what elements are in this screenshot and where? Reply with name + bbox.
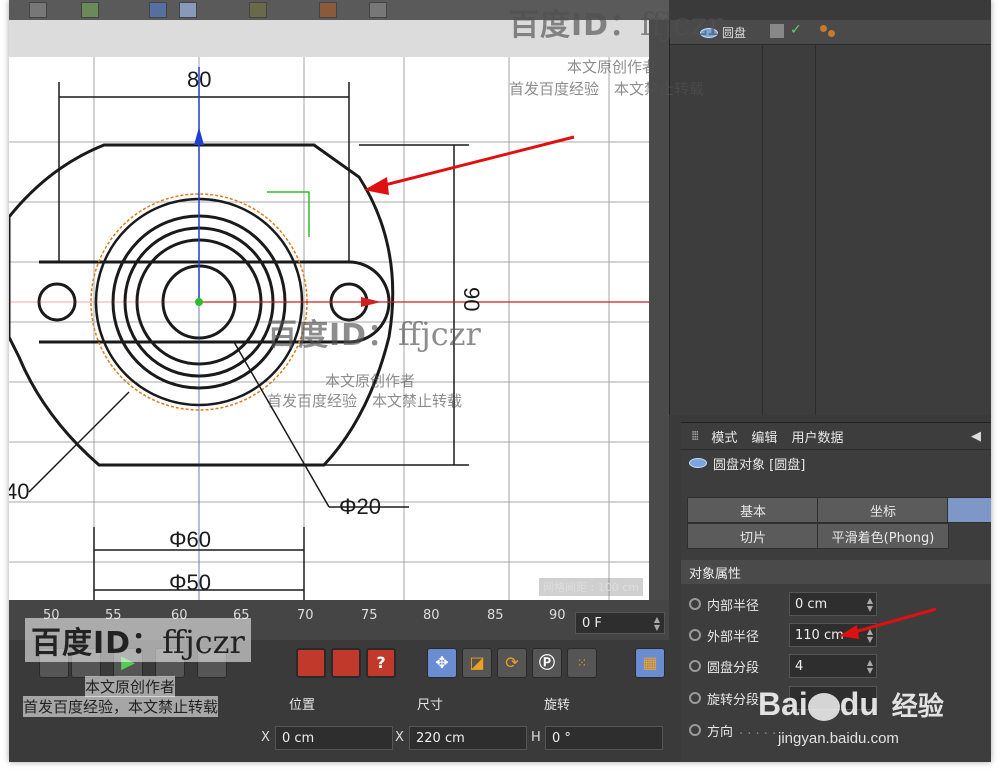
size-axis-label: X <box>395 730 404 745</box>
dim-phi20: Φ20 <box>339 494 381 519</box>
camera-icon[interactable] <box>249 2 267 18</box>
help-icon[interactable]: ? <box>366 648 396 678</box>
viewport-scrollbar[interactable] <box>649 20 669 610</box>
keyframe-radio[interactable] <box>689 660 701 672</box>
light-icon[interactable] <box>319 2 337 18</box>
check-icon[interactable]: ✓ <box>790 22 802 38</box>
object-title: 圆盘对象 [圆盘] <box>681 450 991 476</box>
render-icon[interactable] <box>179 2 197 18</box>
timeline-tick: 90 <box>549 608 566 623</box>
rotate-key-icon[interactable]: ⟳ <box>497 648 527 678</box>
timeline-tick: 80 <box>423 608 440 623</box>
record-key-button[interactable] <box>296 648 326 678</box>
dim-phi60: Φ60 <box>169 527 211 552</box>
position-header: 位置 <box>289 698 316 713</box>
cinema4d-window: 80 90 Φ20 Φ60 Φ50 40 网格间距 : 100 cm 圆盘 ✓ <box>9 0 991 762</box>
prop-rotation-segments: 旋转分段 <box>689 685 877 711</box>
y-axis-arrow <box>194 127 204 145</box>
size-x-field[interactable]: 220 cm <box>409 726 527 750</box>
rotate-icon[interactable] <box>149 2 167 18</box>
menu-edit[interactable]: 编辑 <box>751 427 777 446</box>
rotation-header: 旋转 <box>544 698 571 713</box>
attributes-menu: ⁞⁞⁞ 模式 编辑 用户数据 ◀ <box>681 423 991 450</box>
x-axis-arrow <box>361 297 381 307</box>
timeline-tick: 75 <box>361 608 378 623</box>
tab-phong[interactable]: 平滑着色(Phong) <box>817 523 949 549</box>
timeline-tick: 70 <box>297 608 314 623</box>
watermark-top: 百度ID：ffjczr <box>509 5 723 43</box>
pos-axis-label: X <box>261 730 270 745</box>
keyframe-radio[interactable] <box>689 598 701 610</box>
object-properties-header: 对象属性 <box>681 560 991 584</box>
baidu-logo: Bai du 经验 jingyan.baidu.com <box>758 686 944 747</box>
tool-icon[interactable] <box>369 2 387 18</box>
object-name: 圆盘 <box>722 26 747 40</box>
baidu-url: jingyan.baidu.com <box>778 730 899 747</box>
prop-outer-radius: 外部半径 110 cm ▲ ▼ <box>689 622 877 648</box>
annotation-arrow-2 <box>839 607 937 639</box>
watermark-center: 百度ID：ffjczr <box>267 315 481 353</box>
scale-icon[interactable] <box>81 2 99 18</box>
object-manager: 圆盘 ✓ <box>669 20 991 415</box>
dim-90: 90 <box>459 287 484 311</box>
grid-scale-label: 网格间距 : 100 cm <box>539 578 643 596</box>
current-frame-field[interactable]: 0 F ▲ ▼ <box>575 612 665 634</box>
keyframe-radio[interactable] <box>689 724 701 736</box>
tab-basic[interactable]: 基本 <box>687 497 819 523</box>
pos-x-field[interactable]: 0 cm <box>275 726 393 750</box>
tab-object[interactable] <box>947 497 991 523</box>
timeline-icon[interactable]: ▦ <box>635 648 665 678</box>
param-key-icon[interactable]: Ⓟ <box>532 648 562 678</box>
scale-key-icon[interactable]: ◪ <box>462 648 492 678</box>
material-ball-icon[interactable] <box>820 25 827 32</box>
dim-left: 40 <box>9 479 29 504</box>
dim-phi50: Φ50 <box>169 570 211 595</box>
timeline-tick: 85 <box>487 608 504 623</box>
menu-user-data[interactable]: 用户数据 <box>791 427 843 446</box>
prop-disc-segments: 圆盘分段 4 ▲ ▼ <box>689 653 877 679</box>
menu-mode[interactable]: 模式 <box>711 427 737 446</box>
tab-slice[interactable]: 切片 <box>687 523 819 549</box>
grip-icon: ⁞⁞⁞ <box>691 428 700 444</box>
keyframe-radio[interactable] <box>689 692 701 704</box>
paw-icon <box>807 692 840 721</box>
watermark-bottom: 百度ID：ffjczr <box>25 618 251 662</box>
disc-icon <box>689 458 707 468</box>
tab-coord[interactable]: 坐标 <box>817 497 949 523</box>
move-icon[interactable] <box>29 2 47 18</box>
tag-icon[interactable] <box>770 24 784 38</box>
object-origin[interactable] <box>195 298 203 306</box>
move-key-icon[interactable]: ✥ <box>427 648 457 678</box>
dim-80: 80 <box>187 67 211 92</box>
keyframe-radio[interactable] <box>689 629 701 641</box>
pla-key-icon[interactable]: ⁙ <box>567 648 597 678</box>
size-header: 尺寸 <box>417 698 444 713</box>
prop-inner-radius: 内部半径 0 cm ▲ ▼ <box>689 591 877 617</box>
back-arrow-icon[interactable]: ◀ <box>971 429 981 444</box>
autokey-button[interactable] <box>331 648 361 678</box>
rot-axis-label: H <box>531 730 541 745</box>
rot-h-field[interactable]: 0 ° <box>545 726 663 750</box>
